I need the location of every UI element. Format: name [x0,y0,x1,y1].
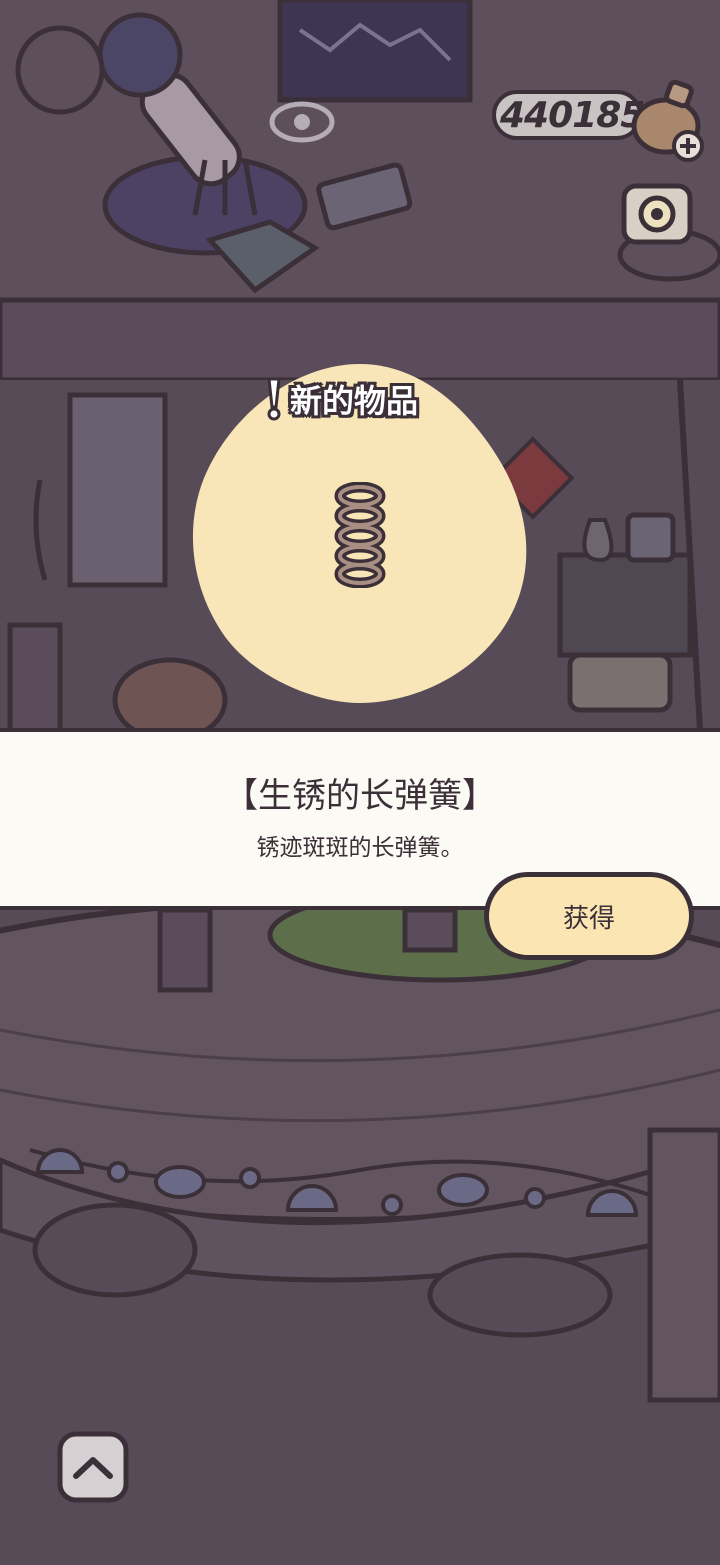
coin-count: 440185 [500,95,645,136]
obtain-button-label: 获得 [562,903,615,934]
new-item-header: 新的物品 [262,374,418,424]
exclamation-icon [267,377,281,421]
chevron-up-icon[interactable] [56,1430,130,1504]
new-item-title: 新的物品 [290,382,419,420]
camera-icon[interactable] [614,176,698,252]
obtain-button[interactable]: 获得 [484,872,694,960]
item-description: 锈迹斑斑的长弹簧。 [256,835,464,861]
item-name: 【生锈的长弹簧】 [224,776,496,816]
clover-pot-icon[interactable] [630,78,710,162]
rusty-spring-icon [334,482,386,588]
